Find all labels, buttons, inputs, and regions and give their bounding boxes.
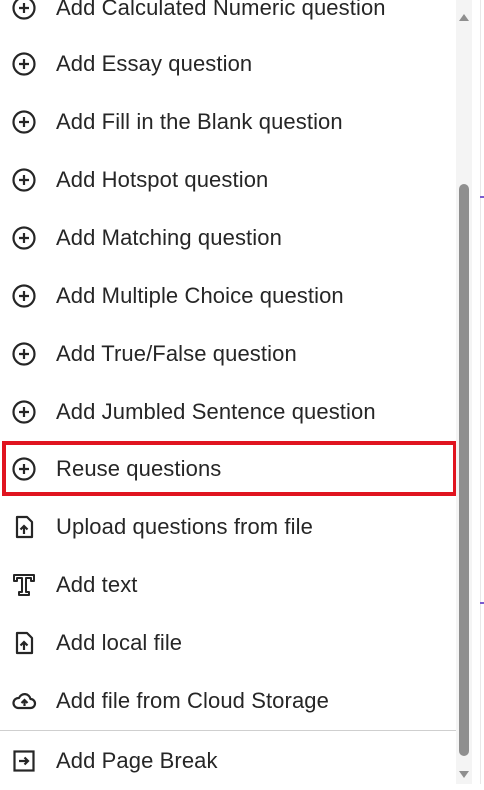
menu-item-label: Add Page Break [56, 748, 218, 773]
scroll-up-arrow-icon[interactable] [456, 10, 472, 24]
scroll-thumb[interactable] [459, 184, 469, 756]
file-upload-icon [10, 629, 38, 657]
menu-item-add-essay[interactable]: Add Essay question [0, 35, 456, 93]
menu-item-label: Add Hotspot question [56, 167, 269, 192]
menu-divider [0, 730, 456, 731]
menu-item-label: Add True/False question [56, 341, 297, 366]
plus-circle-icon [10, 166, 38, 194]
menu-item-add-matching[interactable]: Add Matching question [0, 209, 456, 267]
menu-item-label: Add Jumbled Sentence question [56, 399, 376, 424]
menu-item-add-true-false[interactable]: Add True/False question [0, 325, 456, 383]
window-edge [480, 0, 481, 784]
menu-item-label: Upload questions from file [56, 514, 313, 539]
page-break-icon [10, 747, 38, 775]
plus-circle-icon [10, 50, 38, 78]
edge-marker [480, 602, 484, 604]
menu-item-add-text[interactable]: Add text [0, 556, 456, 614]
menu-item-add-fill-in-the-blank[interactable]: Add Fill in the Blank question [0, 93, 456, 151]
menu-item-add-page-break[interactable]: Add Page Break [0, 732, 456, 790]
menu-item-add-local-file[interactable]: Add local file [0, 614, 456, 672]
text-icon [10, 571, 38, 599]
plus-circle-icon [10, 0, 38, 22]
menu-item-label: Add Multiple Choice question [56, 283, 344, 308]
scrollbar[interactable] [456, 0, 472, 784]
menu-item-label: Add Calculated Numeric question [56, 0, 386, 20]
plus-circle-icon [10, 108, 38, 136]
menu-item-label: Reuse questions [56, 456, 222, 481]
add-content-menu: Add Calculated Numeric question Add Essa… [0, 0, 457, 784]
scroll-down-arrow-icon[interactable] [456, 768, 472, 782]
cloud-upload-icon [10, 687, 38, 715]
menu-item-label: Add local file [56, 630, 183, 655]
file-upload-icon [10, 513, 38, 541]
menu-item-add-multiple-choice[interactable]: Add Multiple Choice question [0, 267, 456, 325]
plus-circle-icon [10, 224, 38, 252]
menu-item-reuse-questions[interactable]: Reuse questions [0, 440, 456, 498]
menu-item-label: Add Matching question [56, 225, 282, 250]
menu-item-label: Add text [56, 572, 138, 597]
menu-item-label: Add Fill in the Blank question [56, 109, 343, 134]
menu-item-add-hotspot[interactable]: Add Hotspot question [0, 151, 456, 209]
menu-item-add-cloud-file[interactable]: Add file from Cloud Storage [0, 672, 456, 730]
edge-marker [480, 196, 484, 198]
menu-item-label: Add file from Cloud Storage [56, 688, 329, 713]
plus-circle-icon [10, 455, 38, 483]
menu-item-add-jumbled-sentence[interactable]: Add Jumbled Sentence question [0, 383, 456, 441]
plus-circle-icon [10, 340, 38, 368]
menu-item-label: Add Essay question [56, 51, 253, 76]
menu-item-upload-questions[interactable]: Upload questions from file [0, 498, 456, 556]
plus-circle-icon [10, 398, 38, 426]
plus-circle-icon [10, 282, 38, 310]
menu-item-add-calculated-numeric[interactable]: Add Calculated Numeric question [0, 0, 456, 37]
